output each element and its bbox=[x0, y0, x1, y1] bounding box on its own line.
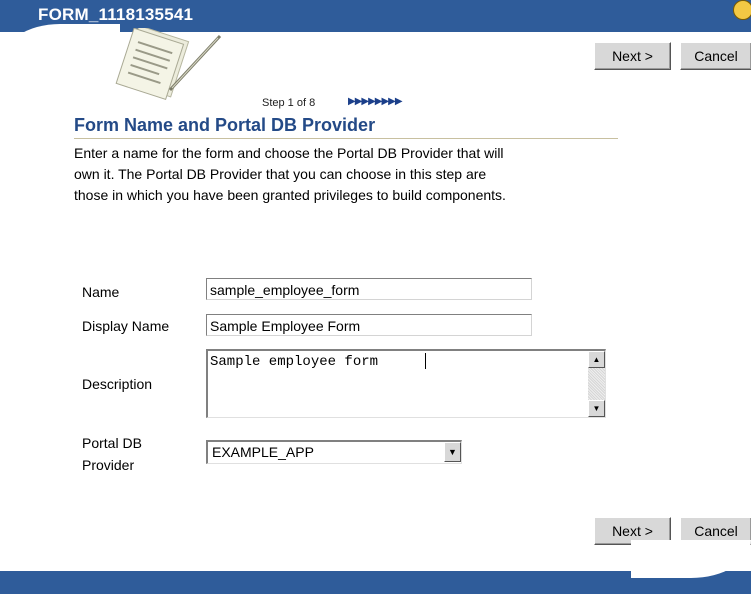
portal-db-provider-label-line1: Portal DB bbox=[82, 435, 142, 451]
step-indicator-label: Step 1 of 8 bbox=[262, 97, 316, 109]
chevron-down-icon[interactable]: ▼ bbox=[444, 442, 461, 462]
wizard-document-pen-icon bbox=[115, 28, 222, 101]
text-caret bbox=[425, 353, 426, 369]
portal-db-provider-select[interactable]: EXAMPLE_APP ▼ bbox=[206, 440, 462, 464]
description-scrollbar[interactable]: ▲ ▼ bbox=[588, 351, 605, 417]
display-name-input[interactable]: Sample Employee Form bbox=[206, 314, 532, 336]
heading-divider bbox=[74, 138, 618, 139]
next-button-top[interactable]: Next > bbox=[594, 42, 671, 70]
scroll-down-icon[interactable]: ▼ bbox=[588, 400, 605, 417]
portal-db-provider-label: Portal DB Provider bbox=[82, 432, 142, 476]
intro-line-1: Enter a name for the form and choose the… bbox=[74, 145, 504, 161]
cancel-button-top[interactable]: Cancel bbox=[680, 42, 751, 70]
description-textarea[interactable]: Sample employee form ▲ ▼ bbox=[206, 349, 606, 418]
form-title: FORM_1118135541 bbox=[38, 5, 194, 24]
scroll-up-icon[interactable]: ▲ bbox=[588, 351, 605, 368]
name-label: Name bbox=[82, 284, 120, 300]
portal-db-provider-label-line2: Provider bbox=[82, 457, 135, 473]
provider-selected-value: EXAMPLE_APP bbox=[212, 444, 314, 460]
description-text: Sample employee form bbox=[210, 354, 379, 370]
page-heading: Form Name and Portal DB Provider bbox=[74, 115, 376, 135]
display-name-label: Display Name bbox=[82, 318, 170, 334]
intro-text: Enter a name for the form and choose the… bbox=[74, 143, 634, 206]
intro-line-3: those in which you have been granted pri… bbox=[74, 187, 506, 203]
help-icon[interactable] bbox=[733, 0, 751, 20]
name-input[interactable]: sample_employee_form bbox=[206, 278, 532, 300]
intro-line-2: own it. The Portal DB Provider that you … bbox=[74, 166, 487, 182]
description-label: Description bbox=[82, 376, 153, 392]
step-progress-arrows-icon: ▶▶▶▶▶▶▶▶ bbox=[348, 96, 403, 107]
